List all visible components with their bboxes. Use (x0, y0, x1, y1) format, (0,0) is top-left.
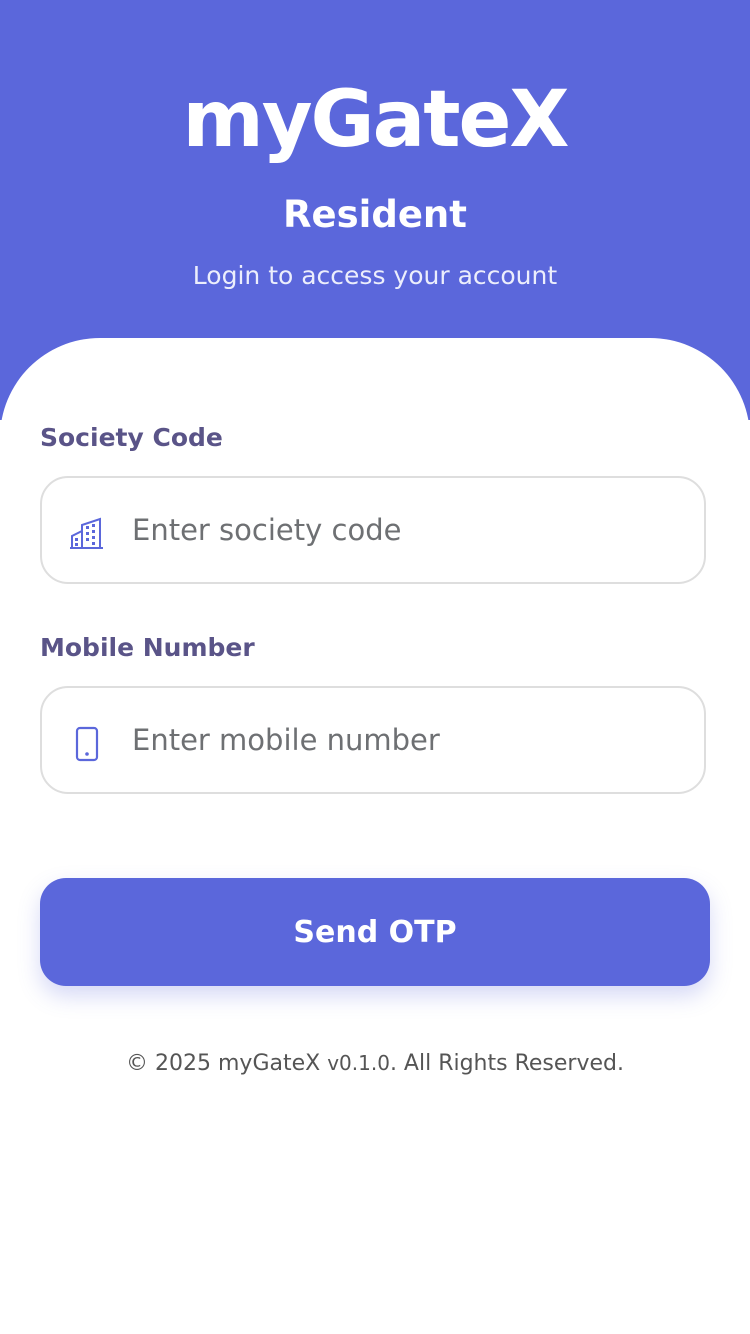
mobile-number-label: Mobile Number (40, 633, 255, 662)
copyright-footer: © 2025 myGateX v0.1.0. All Rights Reserv… (0, 1046, 750, 1081)
society-code-input[interactable] (132, 478, 692, 582)
mobile-number-field[interactable] (40, 686, 706, 794)
building-icon (68, 516, 108, 550)
copyright-suffix: . All Rights Reserved. (389, 1051, 624, 1076)
society-code-field[interactable] (40, 476, 706, 584)
copyright-prefix: © 2025 myGateX (126, 1051, 328, 1076)
society-code-label: Society Code (40, 423, 223, 452)
mobile-phone-icon (74, 726, 100, 762)
app-version: v0.1.0 (327, 1051, 390, 1075)
login-subtitle: Login to access your account (192, 261, 558, 290)
role-title: Resident (283, 193, 467, 236)
mobile-number-input[interactable] (132, 688, 692, 792)
send-otp-button[interactable]: Send OTP (40, 878, 710, 986)
app-logo: myGateX (182, 75, 569, 165)
